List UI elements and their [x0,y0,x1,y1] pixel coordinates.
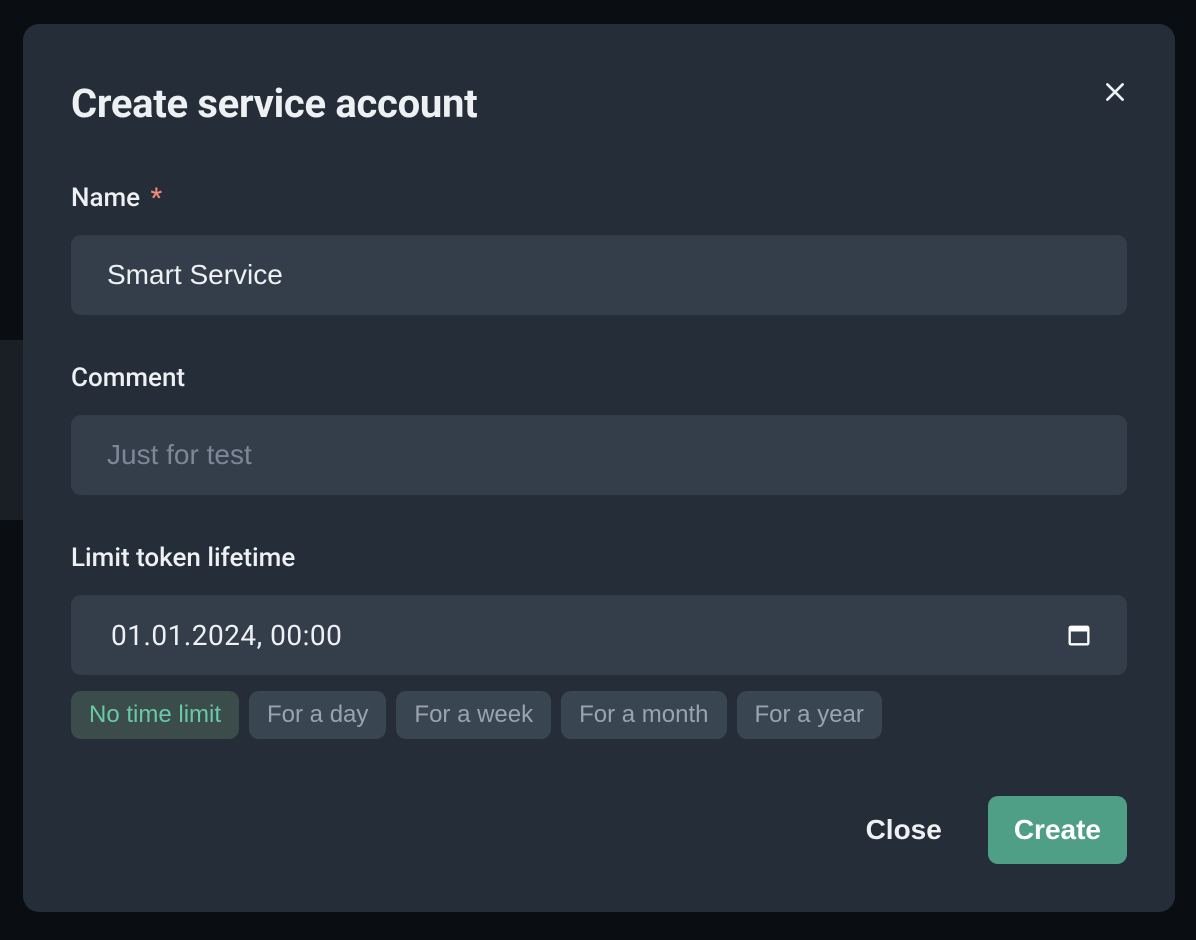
lifetime-preset-day[interactable]: For a day [249,691,386,739]
create-service-account-modal: Create service account Name * Comment Li… [23,24,1175,912]
lifetime-preset-week[interactable]: For a week [396,691,551,739]
create-button[interactable]: Create [988,796,1127,864]
comment-field-group: Comment [71,363,1127,495]
name-label-text: Name [71,183,140,213]
close-button[interactable]: Close [860,804,948,856]
lifetime-preset-month[interactable]: For a month [561,691,726,739]
comment-input[interactable] [71,415,1127,495]
modal-title: Create service account [71,80,477,127]
lifetime-preset-year[interactable]: For a year [737,691,882,739]
calendar-picker-button[interactable] [1059,615,1099,655]
modal-footer: Close Create [71,796,1127,864]
name-field-group: Name * [71,183,1127,315]
close-icon-button[interactable] [1095,72,1135,112]
lifetime-field-group: Limit token lifetime 01.01.2024, 00:00 N… [71,543,1127,739]
name-label: Name * [71,183,1127,213]
lifetime-preset-row: No time limit For a day For a week For a… [71,691,1127,739]
lifetime-datetime-input[interactable]: 01.01.2024, 00:00 [71,595,1127,675]
required-marker: * [151,183,163,213]
name-input[interactable] [71,235,1127,315]
comment-label: Comment [71,363,1127,393]
lifetime-label: Limit token lifetime [71,543,1127,573]
close-icon [1102,79,1128,105]
lifetime-preset-no-limit[interactable]: No time limit [71,691,239,739]
modal-header: Create service account [71,80,1127,127]
lifetime-datetime-value: 01.01.2024, 00:00 [111,619,342,652]
calendar-icon [1065,621,1093,649]
